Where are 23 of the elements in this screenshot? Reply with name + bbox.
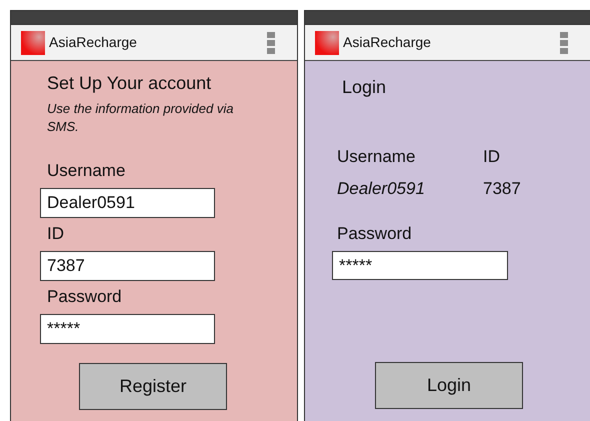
field-label: ID — [47, 223, 65, 245]
field-label: Password — [337, 223, 413, 245]
field-label: Username — [47, 160, 126, 182]
instruction-text: Use the information provided via SMS. — [47, 100, 234, 136]
detail-value: 7387 — [483, 178, 522, 200]
register-button[interactable]: Register — [79, 363, 227, 410]
field-label: Password — [47, 286, 123, 308]
input-field[interactable]: ***** — [332, 251, 508, 280]
input-field[interactable]: Dealer0591 — [40, 188, 215, 218]
input-field[interactable]: ***** — [40, 314, 215, 344]
page-heading: Login — [342, 76, 388, 98]
input-field[interactable]: 7387 — [40, 251, 215, 281]
logo-icon — [21, 30, 45, 54]
logo-icon — [315, 30, 339, 54]
page-heading: Set Up Your account — [47, 72, 212, 94]
detail-value: Dealer0591 — [337, 178, 426, 200]
app-title: AsiaRecharge — [49, 33, 137, 52]
app-title: AsiaRecharge — [343, 33, 431, 52]
menu-icon[interactable] — [560, 32, 568, 54]
detail-label: Username — [337, 146, 416, 168]
login-button[interactable]: Login — [375, 362, 523, 409]
menu-icon[interactable] — [267, 32, 275, 54]
detail-label: ID — [483, 146, 501, 168]
